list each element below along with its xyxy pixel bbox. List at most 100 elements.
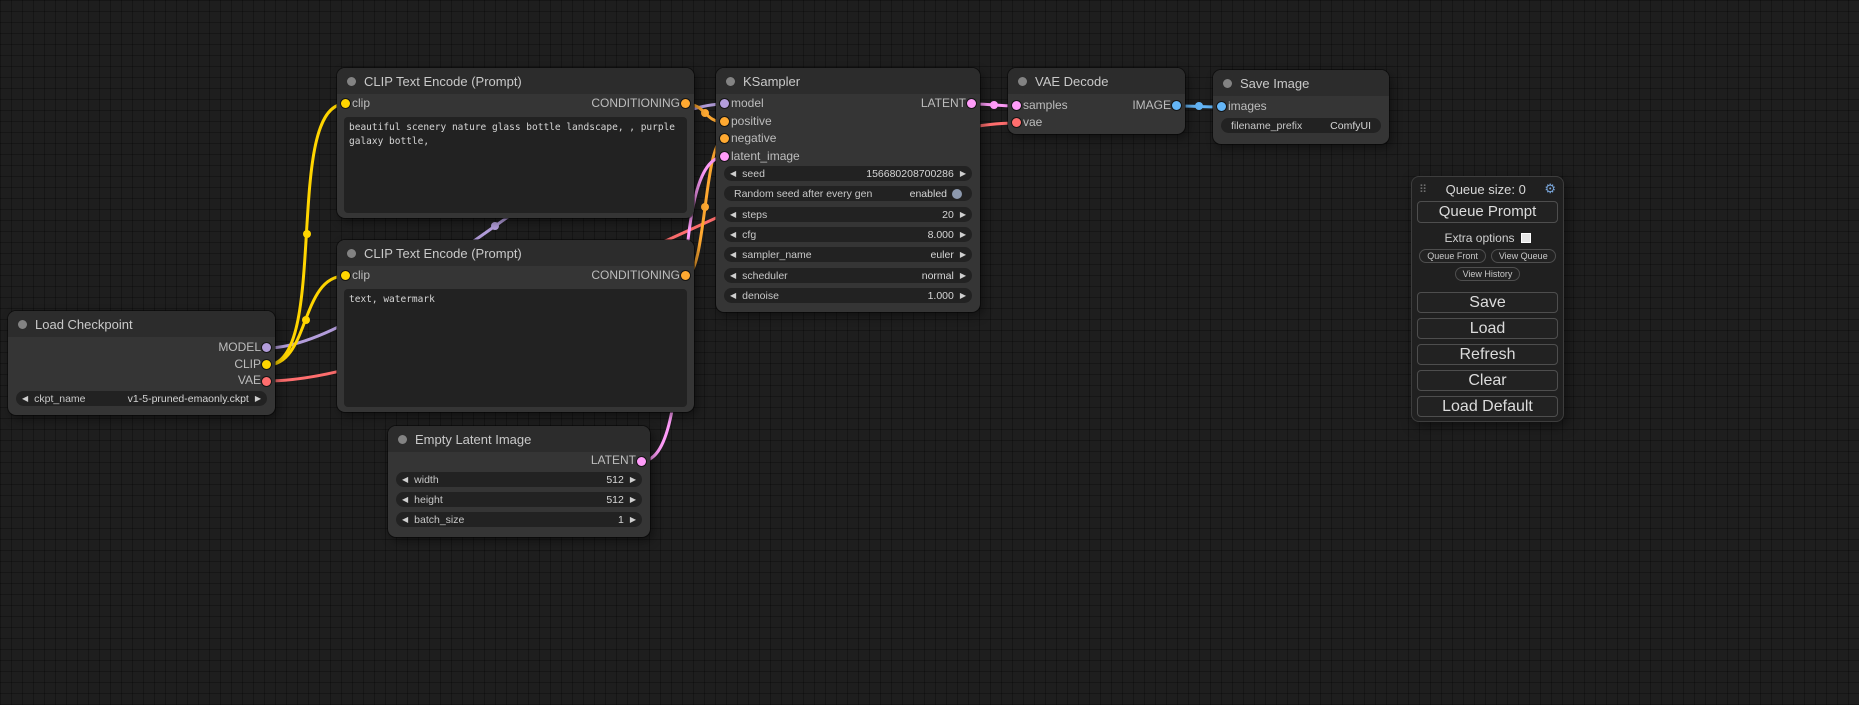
refresh-button[interactable]: Refresh: [1417, 344, 1558, 365]
output-slot-conditioning[interactable]: [681, 99, 690, 108]
queue-small-buttons-row: Queue Front View Queue: [1412, 249, 1563, 263]
decrement-arrow-icon[interactable]: ◀: [730, 207, 736, 222]
input-label-images: images: [1228, 100, 1267, 113]
settings-gear-icon[interactable]: ⚙: [1544, 181, 1556, 197]
widget-value: euler: [930, 249, 953, 261]
widget-cfg[interactable]: ◀ cfg 8.000 ▶: [724, 227, 972, 242]
link-midpoint-dot: [701, 203, 709, 211]
widget-scheduler[interactable]: ◀ scheduler normal ▶: [724, 268, 972, 283]
widget-ckpt-name[interactable]: ◀ ckpt_name v1-5-pruned-emaonly.ckpt ▶: [16, 391, 267, 406]
input-slot-positive[interactable]: [720, 117, 729, 126]
node-save-image: Save Image images filename_prefix ComfyU…: [1213, 70, 1389, 144]
input-slot-vae[interactable]: [1012, 118, 1021, 127]
input-slot-samples[interactable]: [1012, 101, 1021, 110]
widget-seed-control[interactable]: Random seed after every gen enabled: [724, 186, 972, 201]
decrement-arrow-icon[interactable]: ◀: [402, 492, 408, 507]
output-label-vae: VAE: [238, 374, 261, 387]
decrement-arrow-icon[interactable]: ◀: [402, 472, 408, 487]
increment-arrow-icon[interactable]: ▶: [960, 166, 966, 181]
node-title: Load Checkpoint: [35, 317, 133, 332]
widget-filename-prefix[interactable]: filename_prefix ComfyUI: [1221, 118, 1381, 133]
input-label-model: model: [731, 97, 764, 110]
increment-arrow-icon[interactable]: ▶: [630, 472, 636, 487]
widget-steps[interactable]: ◀ steps 20 ▶: [724, 207, 972, 222]
increment-arrow-icon[interactable]: ▶: [960, 207, 966, 222]
collapse-dot-icon[interactable]: [347, 77, 356, 86]
decrement-arrow-icon[interactable]: ◀: [402, 512, 408, 527]
workflow-buttons-group: Save Load Refresh Clear Load Default: [1412, 292, 1563, 417]
drag-handle-icon[interactable]: ⠿: [1419, 183, 1427, 196]
output-slot-clip[interactable]: [262, 360, 271, 369]
widget-value: ComfyUI: [1330, 120, 1371, 132]
widget-height[interactable]: ◀ height 512 ▶: [396, 492, 642, 507]
collapse-dot-icon[interactable]: [1018, 77, 1027, 86]
widget-width[interactable]: ◀ width 512 ▶: [396, 472, 642, 487]
queue-prompt-button[interactable]: Queue Prompt: [1417, 201, 1558, 223]
widget-name: scheduler: [742, 270, 788, 282]
collapse-dot-icon[interactable]: [726, 77, 735, 86]
increment-arrow-icon[interactable]: ▶: [630, 492, 636, 507]
node-titlebar[interactable]: VAE Decode: [1008, 68, 1185, 94]
toggle-knob-icon[interactable]: [952, 189, 962, 199]
decrement-arrow-icon[interactable]: ◀: [730, 166, 736, 181]
extra-options-checkbox[interactable]: [1521, 233, 1531, 243]
node-titlebar[interactable]: CLIP Text Encode (Prompt): [337, 240, 694, 266]
extra-options-row: Extra options: [1412, 231, 1563, 245]
output-slot-model[interactable]: [262, 343, 271, 352]
widget-denoise[interactable]: ◀ denoise 1.000 ▶: [724, 288, 972, 303]
collapse-dot-icon[interactable]: [347, 249, 356, 258]
increment-arrow-icon[interactable]: ▶: [960, 288, 966, 303]
view-history-button[interactable]: View History: [1455, 267, 1521, 281]
increment-arrow-icon[interactable]: ▶: [630, 512, 636, 527]
prompt-textarea[interactable]: beautiful scenery nature glass bottle la…: [344, 117, 687, 213]
widget-batch-size[interactable]: ◀ batch_size 1 ▶: [396, 512, 642, 527]
load-default-button[interactable]: Load Default: [1417, 396, 1558, 417]
node-empty-latent-image: Empty Latent Image LATENT ◀ width 512 ▶ …: [388, 426, 650, 537]
output-slot-vae[interactable]: [262, 377, 271, 386]
decrement-arrow-icon[interactable]: ◀: [730, 227, 736, 242]
queue-panel-header: ⠿ Queue size: 0 ⚙: [1412, 177, 1563, 199]
node-titlebar[interactable]: Empty Latent Image: [388, 426, 650, 452]
widget-sampler-name[interactable]: ◀ sampler_name euler ▶: [724, 247, 972, 262]
widget-name: height: [414, 494, 443, 506]
increment-arrow-icon[interactable]: ▶: [255, 391, 261, 406]
node-graph-canvas[interactable]: Load Checkpoint MODEL CLIP VAE ◀ ckpt_na…: [0, 0, 1859, 705]
output-slot-conditioning[interactable]: [681, 271, 690, 280]
input-slot-clip[interactable]: [341, 99, 350, 108]
increment-arrow-icon[interactable]: ▶: [960, 268, 966, 283]
increment-arrow-icon[interactable]: ▶: [960, 227, 966, 242]
node-titlebar[interactable]: Save Image: [1213, 70, 1389, 96]
node-titlebar[interactable]: Load Checkpoint: [8, 311, 275, 337]
widget-name: ckpt_name: [34, 393, 85, 405]
output-slot-image[interactable]: [1172, 101, 1181, 110]
queue-front-button[interactable]: Queue Front: [1419, 249, 1486, 263]
clear-button[interactable]: Clear: [1417, 370, 1558, 391]
increment-arrow-icon[interactable]: ▶: [960, 247, 966, 262]
node-titlebar[interactable]: CLIP Text Encode (Prompt): [337, 68, 694, 94]
input-slot-clip[interactable]: [341, 271, 350, 280]
input-label-latent-image: latent_image: [731, 150, 800, 163]
save-button[interactable]: Save: [1417, 292, 1558, 313]
decrement-arrow-icon[interactable]: ◀: [730, 268, 736, 283]
widget-seed[interactable]: ◀ seed 156680208700286 ▶: [724, 166, 972, 181]
input-label-clip: clip: [352, 269, 370, 282]
decrement-arrow-icon[interactable]: ◀: [730, 247, 736, 262]
node-vae-decode: VAE Decode samples vae IMAGE: [1008, 68, 1185, 134]
output-slot-latent[interactable]: [637, 457, 646, 466]
queue-size-label: Queue size: 0: [1427, 182, 1544, 197]
decrement-arrow-icon[interactable]: ◀: [730, 288, 736, 303]
collapse-dot-icon[interactable]: [1223, 79, 1232, 88]
input-slot-model[interactable]: [720, 99, 729, 108]
node-titlebar[interactable]: KSampler: [716, 68, 980, 94]
decrement-arrow-icon[interactable]: ◀: [22, 391, 28, 406]
input-slot-latent-image[interactable]: [720, 152, 729, 161]
load-button[interactable]: Load: [1417, 318, 1558, 339]
input-slot-images[interactable]: [1217, 102, 1226, 111]
view-queue-button[interactable]: View Queue: [1491, 249, 1556, 263]
collapse-dot-icon[interactable]: [18, 320, 27, 329]
node-title: CLIP Text Encode (Prompt): [364, 74, 522, 89]
input-slot-negative[interactable]: [720, 134, 729, 143]
prompt-textarea[interactable]: text, watermark: [344, 289, 687, 407]
collapse-dot-icon[interactable]: [398, 435, 407, 444]
output-slot-latent[interactable]: [967, 99, 976, 108]
